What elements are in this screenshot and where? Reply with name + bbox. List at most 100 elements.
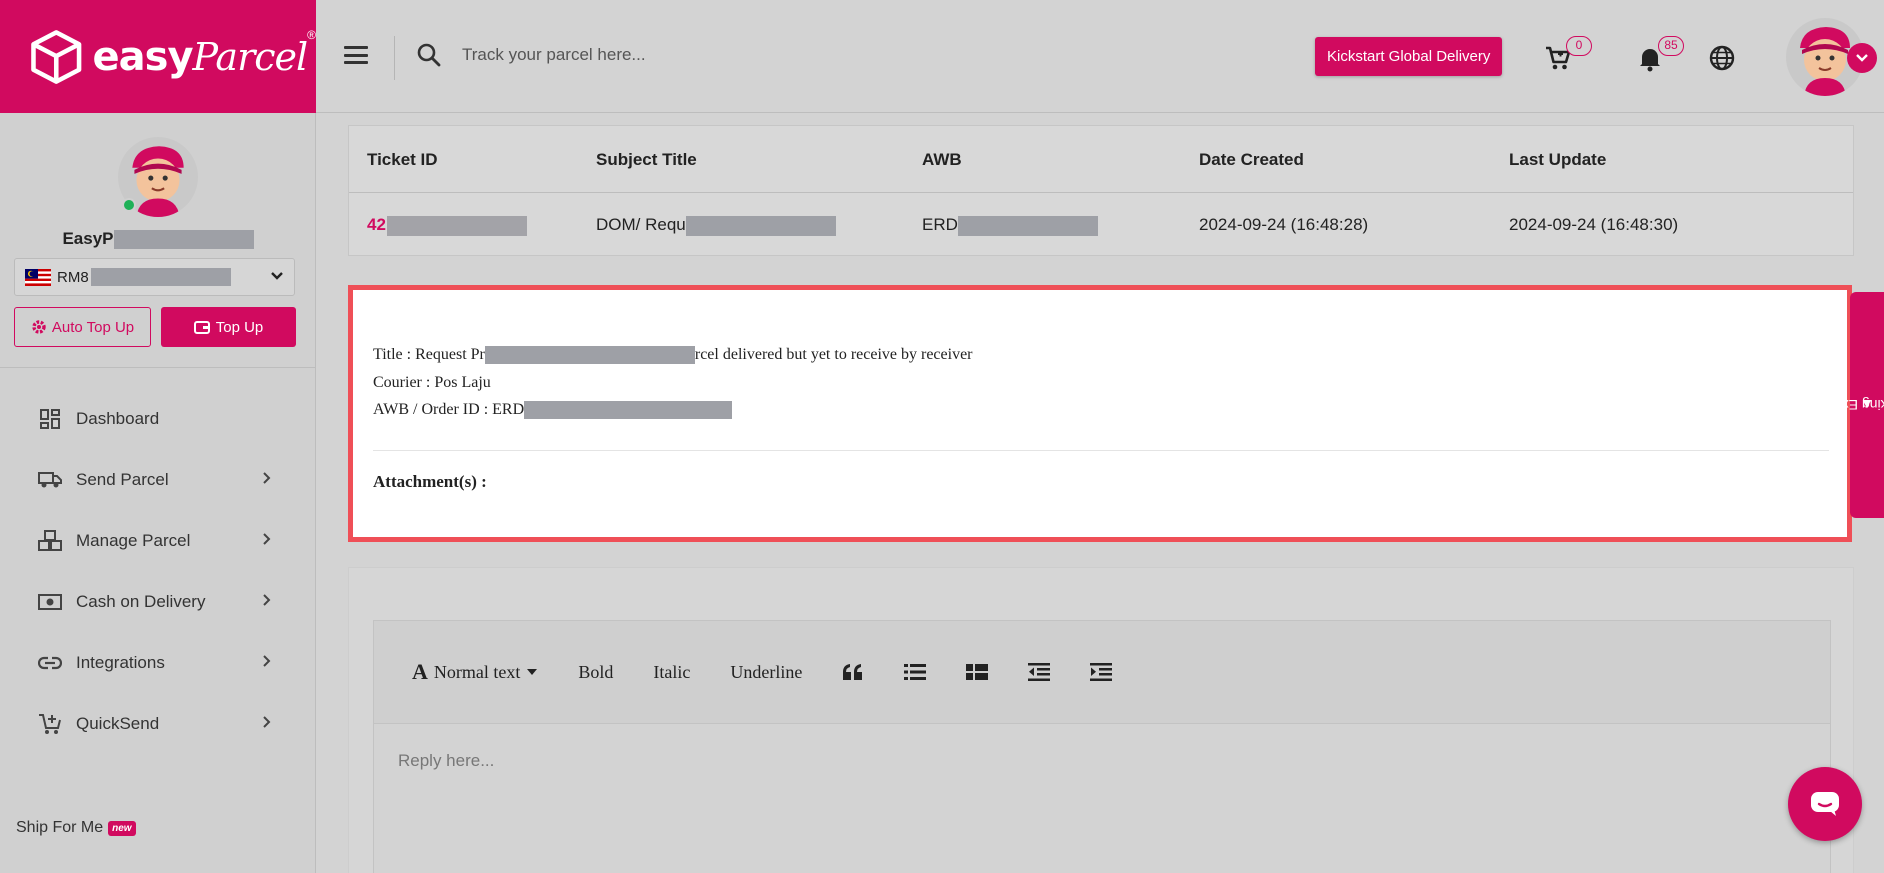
cart-button[interactable]: 0 <box>1544 36 1592 78</box>
search-icon[interactable] <box>416 42 442 68</box>
top-up-label: Top Up <box>215 318 264 336</box>
column-header-awb: AWB <box>922 150 962 169</box>
attachments-label: Attachment(s) : <box>373 472 487 491</box>
language-button[interactable] <box>1708 44 1742 78</box>
chevron-right-icon <box>263 533 271 545</box>
ship-for-me-link[interactable]: Ship For Me new <box>16 819 136 837</box>
kickstart-global-delivery-button[interactable]: Kickstart Global Delivery <box>1315 37 1503 76</box>
chevron-right-icon <box>263 655 271 667</box>
redacted-block <box>90 268 231 286</box>
globe-icon <box>1709 45 1735 71</box>
redacted-block <box>957 215 1098 236</box>
sidebar-item-label: Cash on Delivery <box>76 591 206 611</box>
bulleted-list-icon[interactable] <box>904 663 927 681</box>
divider <box>0 367 316 368</box>
ticket-last-update: 2024-09-24 (16:48:30) <box>1509 215 1679 234</box>
sidebar-item-dashboard[interactable]: Dashboard <box>0 388 316 449</box>
wallet-icon <box>193 321 210 334</box>
sidebar-nav: Dashboard Send Parcel Manage Parcel Cash… <box>0 388 316 754</box>
sidebar-item-cash-on-delivery[interactable]: Cash on Delivery <box>0 571 316 632</box>
notifications-button[interactable]: 85 <box>1636 36 1684 78</box>
track-parcel-input[interactable] <box>462 36 1062 74</box>
divider <box>373 450 1829 451</box>
sidebar-item-label: QuickSend <box>76 713 160 733</box>
ticket-subject: DOM/ Requ <box>596 215 836 236</box>
sidebar-item-quicksend[interactable]: QuickSend <box>0 693 316 754</box>
ticket-awb-text: AWB / Order ID : ERD <box>373 401 733 420</box>
cart-plus-icon <box>38 712 62 736</box>
redacted-block <box>524 401 733 420</box>
underline-button[interactable]: Underline <box>730 662 802 683</box>
text-style-label: Normal text <box>433 661 521 682</box>
ticket-courier-text: Courier : Pos Laju <box>373 374 491 391</box>
indent-icon[interactable] <box>1090 663 1113 681</box>
wallet-balance-select[interactable]: RM8 <box>14 258 295 296</box>
new-badge: new <box>108 820 136 836</box>
brand-wordmark: easyParcel <box>92 33 309 80</box>
sidebar-item-label: Integrations <box>76 652 165 672</box>
redacted-block <box>484 346 695 365</box>
top-bar: Kickstart Global Delivery 0 85 <box>316 0 1884 113</box>
ticket-awb: ERD <box>922 215 1098 236</box>
column-header-subject: Subject Title <box>596 150 697 169</box>
malaysia-flag-icon <box>25 268 51 286</box>
bold-button[interactable]: Bold <box>578 662 613 683</box>
quote-icon[interactable] <box>842 663 864 681</box>
redacted-block <box>685 215 836 236</box>
auto-top-up-button[interactable]: Auto Top Up <box>14 307 151 347</box>
gear-icon <box>32 320 46 334</box>
editor-toolbar: A Normal text Bold Italic Underline <box>374 621 1830 724</box>
truck-icon <box>38 468 62 492</box>
chat-bubble-icon <box>1811 792 1839 816</box>
cart-count-badge: 0 <box>1566 36 1592 56</box>
menu-toggle-icon[interactable] <box>344 46 368 64</box>
italic-button[interactable]: Italic <box>653 662 690 683</box>
account-dropdown-button[interactable] <box>1847 43 1877 73</box>
thumbs-up-icon: ▲ <box>1860 397 1874 413</box>
sidebar-item-send-parcel[interactable]: Send Parcel <box>0 449 316 510</box>
ticket-table: Ticket ID Subject Title AWB Date Created… <box>348 125 1854 256</box>
chevron-right-icon <box>263 472 271 484</box>
auto-top-up-label: Auto Top Up <box>51 318 135 336</box>
ticket-date-created: 2024-09-24 (16:48:28) <box>1199 215 1369 234</box>
sidebar-item-label: Send Parcel <box>76 469 169 489</box>
live-chat-button[interactable] <box>1788 767 1862 841</box>
divider <box>349 192 1853 193</box>
rate-booking-experience-tab[interactable]: Rate Booking Experience ▲ <box>1788 292 1884 518</box>
chevron-right-icon <box>263 594 271 606</box>
sidebar-item-manage-parcel[interactable]: Manage Parcel <box>0 510 316 571</box>
column-header-last-update: Last Update <box>1509 150 1607 169</box>
chevron-down-icon <box>271 272 283 280</box>
text-style-dropdown[interactable]: A Normal text <box>412 659 538 685</box>
reply-section: A Normal text Bold Italic Underline <box>348 567 1854 873</box>
divider <box>394 36 395 80</box>
ticket-id-link[interactable]: 42 <box>367 215 527 236</box>
reply-textarea[interactable] <box>374 725 1830 873</box>
chevron-down-icon <box>1856 54 1868 62</box>
user-name: EasyP <box>0 229 316 250</box>
sidebar-item-integrations[interactable]: Integrations <box>0 632 316 693</box>
font-icon: A <box>412 659 428 684</box>
chevron-right-icon <box>263 716 271 728</box>
outdent-icon[interactable] <box>1028 663 1051 681</box>
sidebar-item-label: Dashboard <box>76 408 160 428</box>
sidebar: EasyP RM8 Auto Top Up Top Up Dashboard S… <box>0 113 316 873</box>
top-up-button[interactable]: Top Up <box>161 307 296 347</box>
boxes-icon <box>38 529 62 553</box>
sidebar-item-label: Manage Parcel <box>76 530 191 550</box>
rich-text-editor: A Normal text Bold Italic Underline <box>373 620 1831 873</box>
online-status-indicator <box>122 198 136 212</box>
wallet-amount: RM8 <box>57 268 89 286</box>
ship-for-me-label: Ship For Me <box>16 819 104 836</box>
cash-icon <box>38 590 62 614</box>
numbered-list-icon[interactable] <box>966 663 989 681</box>
dashboard-icon <box>38 407 62 431</box>
ticket-title-text: Title : Request Pr rcel delivered but yet… <box>373 346 973 365</box>
redacted-block <box>113 230 254 250</box>
ticket-detail-card: Title : Request Pr rcel delivered but yet… <box>348 285 1852 542</box>
box-logo-icon <box>31 29 82 84</box>
notification-count-badge: 85 <box>1658 36 1684 56</box>
brand-logo[interactable]: easyParcel ® <box>0 0 316 113</box>
redacted-block <box>386 215 527 236</box>
caret-down-icon <box>527 669 538 675</box>
